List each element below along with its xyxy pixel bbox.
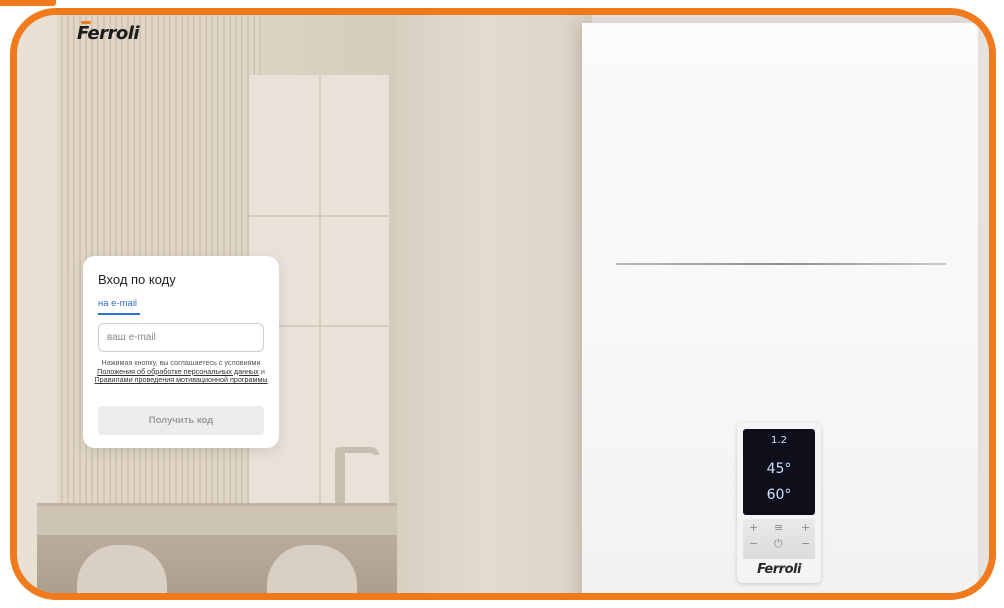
tab-active-indicator bbox=[98, 313, 140, 315]
display-water-temp: 60° bbox=[766, 487, 792, 503]
email-field[interactable] bbox=[98, 323, 264, 352]
boiler-image: 1.2 45° 60° + ≡ + − ⏻ − Ferroli bbox=[582, 23, 978, 593]
minus-icon: − bbox=[801, 537, 811, 550]
panel-logo: Ferroli bbox=[757, 562, 801, 577]
brand-logo[interactable]: Ferroli bbox=[77, 21, 140, 44]
boiler-control-panel: 1.2 45° 60° + ≡ + − ⏻ − Ferroli bbox=[737, 423, 821, 583]
power-icon: ⏻ bbox=[774, 537, 783, 550]
program-rules-link[interactable]: Правилами проведения мотивационной прогр… bbox=[94, 375, 267, 384]
hero-frame: 1.2 45° 60° + ≡ + − ⏻ − Ferroli Ferroli … bbox=[10, 8, 996, 600]
login-title: Вход по коду bbox=[98, 272, 176, 287]
get-code-button[interactable]: Получить код bbox=[98, 406, 264, 435]
plus-icon: + bbox=[801, 521, 811, 534]
boiler-display: 1.2 45° 60° bbox=[743, 429, 815, 515]
display-heating-temp: 45° bbox=[766, 461, 792, 477]
minus-icon: − bbox=[749, 537, 759, 550]
terms-text: Нажимая кнопку, вы соглашаетесь с услови… bbox=[91, 358, 271, 385]
kitchen-counter bbox=[37, 503, 397, 538]
faucet-arm bbox=[335, 447, 379, 455]
display-pressure: 1.2 bbox=[771, 435, 787, 446]
login-card: Вход по коду на e-mail Нажимая кнопку, в… bbox=[83, 256, 279, 448]
top-accent-tab bbox=[0, 0, 56, 6]
boiler-keypad: + ≡ + − ⏻ − bbox=[743, 519, 815, 559]
menu-icon: ≡ bbox=[774, 521, 784, 534]
faucet bbox=[335, 447, 345, 505]
wall-column bbox=[397, 15, 592, 593]
tab-email[interactable]: на e-mail bbox=[98, 298, 137, 309]
plus-icon: + bbox=[749, 521, 759, 534]
boiler-seam bbox=[616, 263, 946, 265]
